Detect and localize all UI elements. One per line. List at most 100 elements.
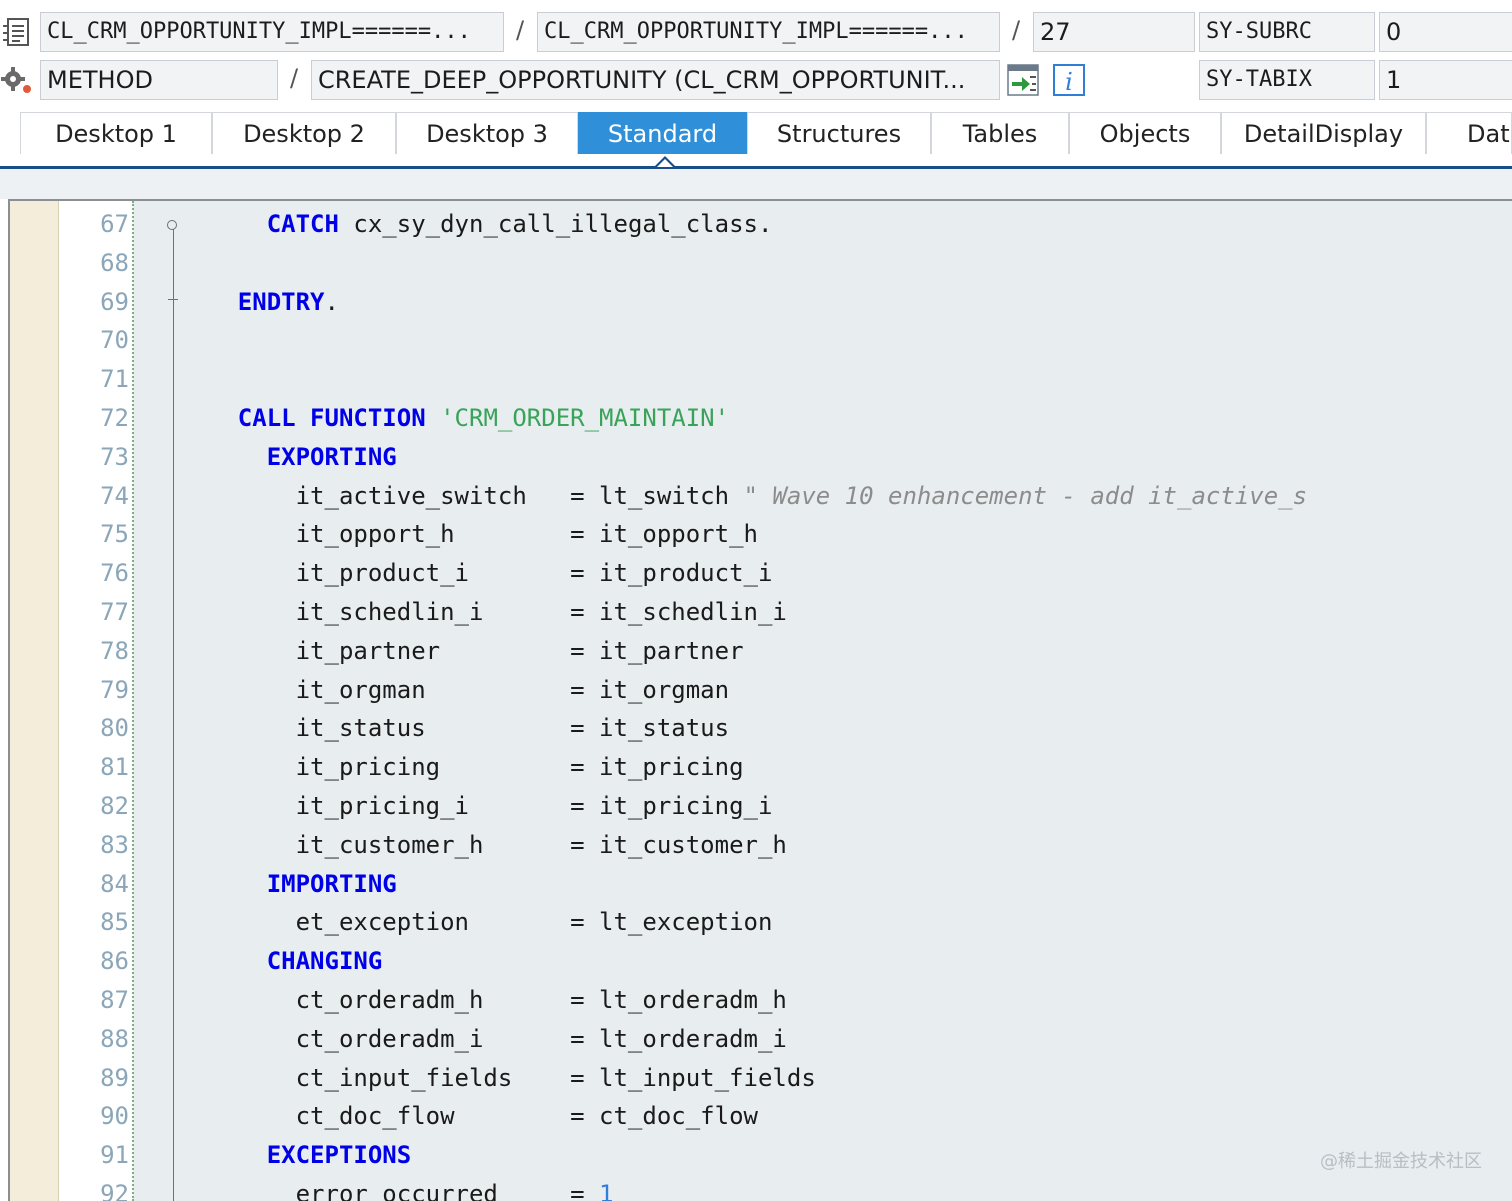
code-line[interactable]: 88 ct_orderadm_i = lt_orderadm_i <box>10 1020 1512 1058</box>
line-number: 77 <box>100 598 129 626</box>
event-type-field[interactable]: METHOD <box>40 60 278 100</box>
code-text: it_pricing = it_pricing <box>180 748 744 786</box>
code-text: error_occurred = 1 <box>180 1175 614 1201</box>
tab-data[interactable]: Data <box>1426 112 1512 154</box>
code-token: ct_input_fields = lt_input_fields <box>180 1063 816 1092</box>
code-line[interactable]: 87 ct_orderadm_h = lt_orderadm_h <box>10 981 1512 1019</box>
line-number: 78 <box>100 636 129 665</box>
code-text: ct_orderadm_h = lt_orderadm_h <box>180 981 787 1019</box>
code-line[interactable]: 79 it_orgman = it_orgman <box>10 671 1512 709</box>
info-icon[interactable]: i <box>1052 63 1085 96</box>
gear-icon <box>0 64 32 96</box>
code-text: it_product_i = it_product_i <box>180 554 773 592</box>
code-line[interactable]: 69 ENDTRY. <box>10 283 1512 321</box>
tab-objects[interactable]: Objects <box>1069 112 1221 154</box>
include-field[interactable]: CL_CRM_OPPORTUNITY_IMPL======... <box>537 12 1000 52</box>
code-token: it_opport_h = it_opport_h <box>180 520 758 549</box>
code-text: it_schedlin_i = it_schedlin_i <box>180 593 787 631</box>
code-token: cx_sy_dyn_call_illegal_class. <box>338 210 773 238</box>
code-text: EXPORTING <box>180 438 397 476</box>
line-number: 81 <box>100 753 129 782</box>
code-token: it_product_i = it_product_i <box>180 559 773 588</box>
tab-standard[interactable]: Standard <box>578 112 747 154</box>
code-text: ct_input_fields = lt_input_fields <box>180 1059 816 1097</box>
sy-tabix-label: SY-TABIX <box>1199 60 1375 100</box>
desktop-tabstrip: Desktop 1 Desktop 2 Desktop 3 Standard S… <box>0 112 1512 156</box>
code-line[interactable]: 67 CATCH cx_sy_dyn_call_illegal_class. <box>10 205 1512 243</box>
tab-tables[interactable]: Tables <box>931 112 1069 154</box>
line-number: 92 <box>100 1180 129 1201</box>
code-line[interactable]: 72 CALL FUNCTION 'CRM_ORDER_MAINTAIN' <box>10 399 1512 437</box>
code-line[interactable]: 81 it_pricing = it_pricing <box>10 748 1512 786</box>
code-text: it_pricing_i = it_pricing_i <box>180 787 773 825</box>
code-token: 1 <box>599 1180 614 1201</box>
navigate-icon[interactable] <box>1006 63 1039 96</box>
code-line[interactable]: 80 it_status = it_status <box>10 709 1512 747</box>
header-row-program: CL_CRM_OPPORTUNITY_IMPL======... / CL_CR… <box>0 10 1512 58</box>
line-number: 80 <box>100 714 129 743</box>
code-line[interactable]: 68 <box>10 244 1512 282</box>
code-line[interactable]: 74 it_active_switch = lt_switch " Wave 1… <box>10 477 1512 515</box>
source-code-editor[interactable]: 67 CATCH cx_sy_dyn_call_illegal_class. 68… <box>8 199 1512 1201</box>
line-number-field[interactable]: 27 <box>1033 12 1195 52</box>
code-token: IMPORTING <box>266 869 397 898</box>
line-number: 89 <box>100 1063 129 1092</box>
code-line[interactable]: 78 it_partner = it_partner <box>10 632 1512 670</box>
code-line[interactable]: 86 CHANGING <box>10 942 1512 980</box>
code-text: IMPORTING <box>180 865 397 903</box>
code-line[interactable]: 77 it_schedlin_i = it_schedlin_i <box>10 593 1512 631</box>
code-line[interactable]: 71 <box>10 360 1512 398</box>
code-token: ENDTRY <box>237 287 325 316</box>
code-token: it_active_switch = lt_switch <box>180 481 744 510</box>
code-text: it_orgman = it_orgman <box>180 671 729 709</box>
tab-desktop-3[interactable]: Desktop 3 <box>396 112 578 154</box>
code-token: CATCH <box>266 210 339 238</box>
tab-desktop-2[interactable]: Desktop 2 <box>212 112 396 154</box>
code-token: it_orgman = it_orgman <box>180 675 730 704</box>
source-code-icon <box>2 16 34 48</box>
code-token: it_schedlin_i = it_schedlin_i <box>180 598 787 626</box>
separator: / <box>1011 16 1021 44</box>
sy-subrc-value[interactable]: 0 <box>1379 12 1512 52</box>
code-line[interactable]: 75 it_opport_h = it_opport_h <box>10 515 1512 553</box>
line-number: 88 <box>100 1024 129 1053</box>
code-line[interactable]: 83 it_customer_h = it_customer_h <box>10 826 1512 864</box>
code-line[interactable]: 70 <box>10 321 1512 359</box>
code-line[interactable]: 91 EXCEPTIONS <box>10 1136 1512 1174</box>
code-line[interactable]: 82 it_pricing_i = it_pricing_i <box>10 787 1512 825</box>
code-text: ct_orderadm_i = lt_orderadm_i <box>180 1020 787 1058</box>
code-line[interactable]: 76 it_product_i = it_product_i <box>10 554 1512 592</box>
code-text: it_opport_h = it_opport_h <box>180 515 758 553</box>
code-line[interactable]: 73 EXPORTING <box>10 438 1512 476</box>
code-text: ENDTRY. <box>180 283 339 321</box>
line-number: 69 <box>100 287 129 316</box>
line-number: 68 <box>100 248 129 277</box>
code-line[interactable]: 85 et_exception = lt_exception <box>10 903 1512 941</box>
code-line[interactable]: 84 IMPORTING <box>10 865 1512 903</box>
tab-structures[interactable]: Structures <box>747 112 931 154</box>
code-line[interactable]: 90 ct_doc_flow = ct_doc_flow <box>10 1097 1512 1135</box>
code-token: ct_orderadm_h = lt_orderadm_h <box>180 986 787 1014</box>
separator: / <box>289 64 299 92</box>
event-name-field[interactable]: CREATE_DEEP_OPPORTUNITY (CL_CRM_OPPORTUN… <box>311 60 1000 100</box>
tab-detaildisplay[interactable]: DetailDisplay <box>1221 112 1426 154</box>
code-text: et_exception = lt_exception <box>180 903 773 941</box>
toolbar-band <box>0 169 1512 199</box>
code-line[interactable]: 89 ct_input_fields = lt_input_fields <box>10 1059 1512 1097</box>
code-token: CALL FUNCTION <box>237 404 426 432</box>
tab-desktop-1[interactable]: Desktop 1 <box>20 112 212 154</box>
line-number: 75 <box>100 520 129 549</box>
line-number: 76 <box>100 559 129 588</box>
line-number: 79 <box>100 675 129 704</box>
code-line[interactable]: 92 error_occurred = 1 <box>10 1175 1512 1201</box>
code-text: it_status = it_status <box>180 709 729 747</box>
sy-tabix-value[interactable]: 1 <box>1379 60 1512 100</box>
svg-text:i: i <box>1065 68 1073 96</box>
program-field[interactable]: CL_CRM_OPPORTUNITY_IMPL======... <box>40 12 504 52</box>
code-token: CHANGING <box>266 947 383 976</box>
